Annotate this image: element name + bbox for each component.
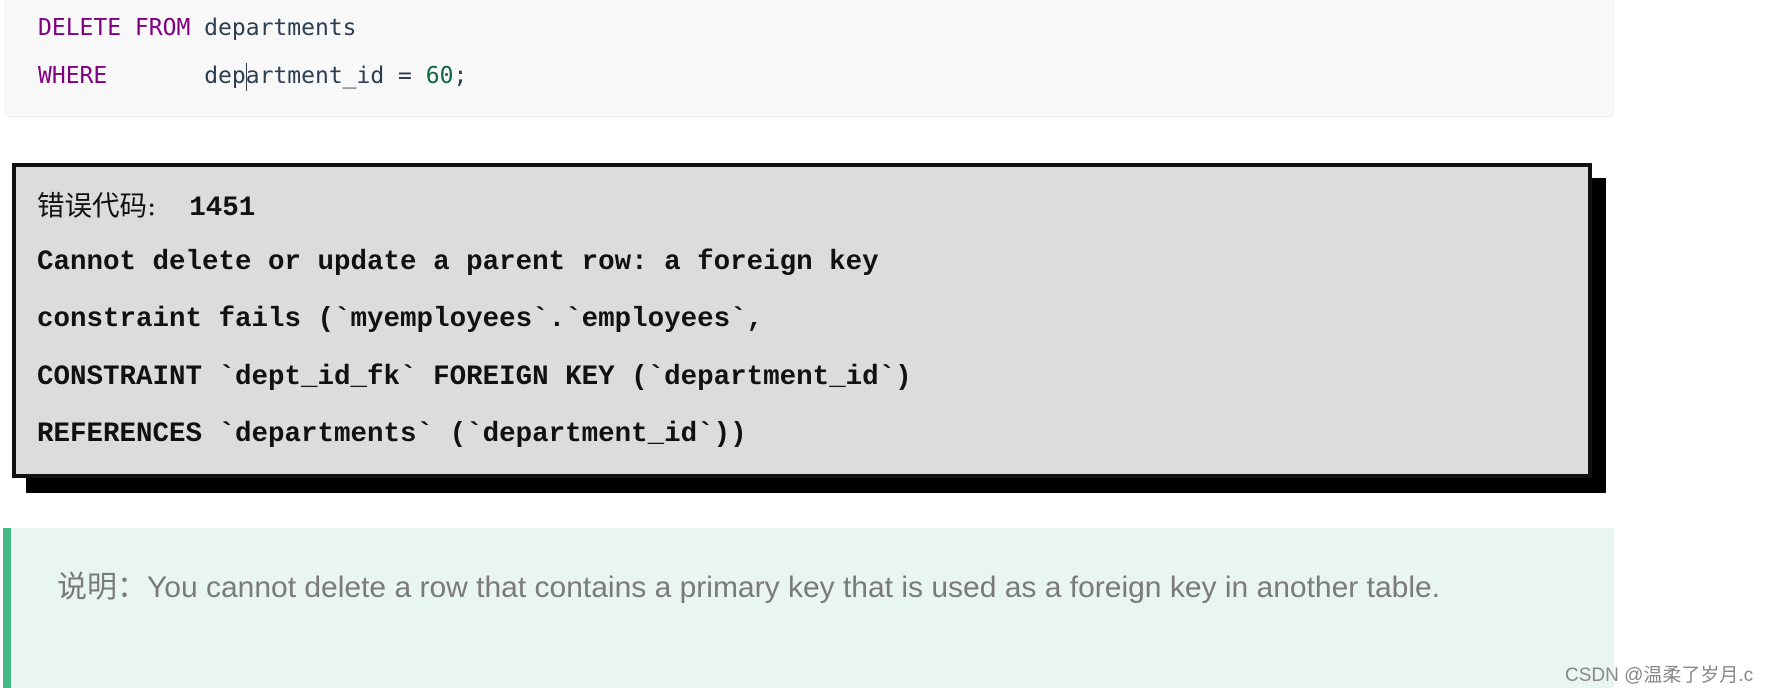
error-code-line: 错误代码: 1451 [37, 189, 255, 226]
code-line-2: WHERE department_id = 60; [38, 61, 467, 91]
sql-column-part: dep [204, 63, 246, 89]
error-code-label: 错误代码: [37, 190, 157, 222]
sql-keyword: DELETE FROM [38, 15, 191, 41]
code-block[interactable]: DELETE FROM departments WHERE department… [5, 0, 1614, 117]
error-line: CONSTRAINT `dept_id_fk` FOREIGN KEY (`de… [37, 362, 912, 393]
error-message-box: 错误代码: 1451 Cannot delete or update a par… [12, 163, 1592, 478]
sql-number: 60 [425, 63, 454, 89]
sql-keyword: WHERE [38, 63, 108, 89]
note-body: You cannot delete a row that contains a … [147, 571, 1441, 604]
note-label: 说明： [57, 571, 147, 604]
watermark: CSDN @温柔了岁月.c [1565, 665, 1754, 686]
error-line: Cannot delete or update a parent row: a … [37, 247, 879, 278]
note-callout: 说明：You cannot delete a row that contains… [3, 528, 1614, 688]
note-text: 说明：You cannot delete a row that contains… [57, 560, 1577, 615]
sql-table: departments [190, 15, 357, 41]
code-line-1: DELETE FROM departments [38, 13, 357, 43]
sql-column-part: artment_id = [245, 63, 426, 89]
error-line: REFERENCES `departments` (`department_id… [37, 419, 747, 450]
error-line: constraint fails (`myemployees`.`employe… [37, 304, 764, 335]
error-code-value: 1451 [156, 193, 256, 224]
sql-semicolon: ; [453, 63, 468, 89]
